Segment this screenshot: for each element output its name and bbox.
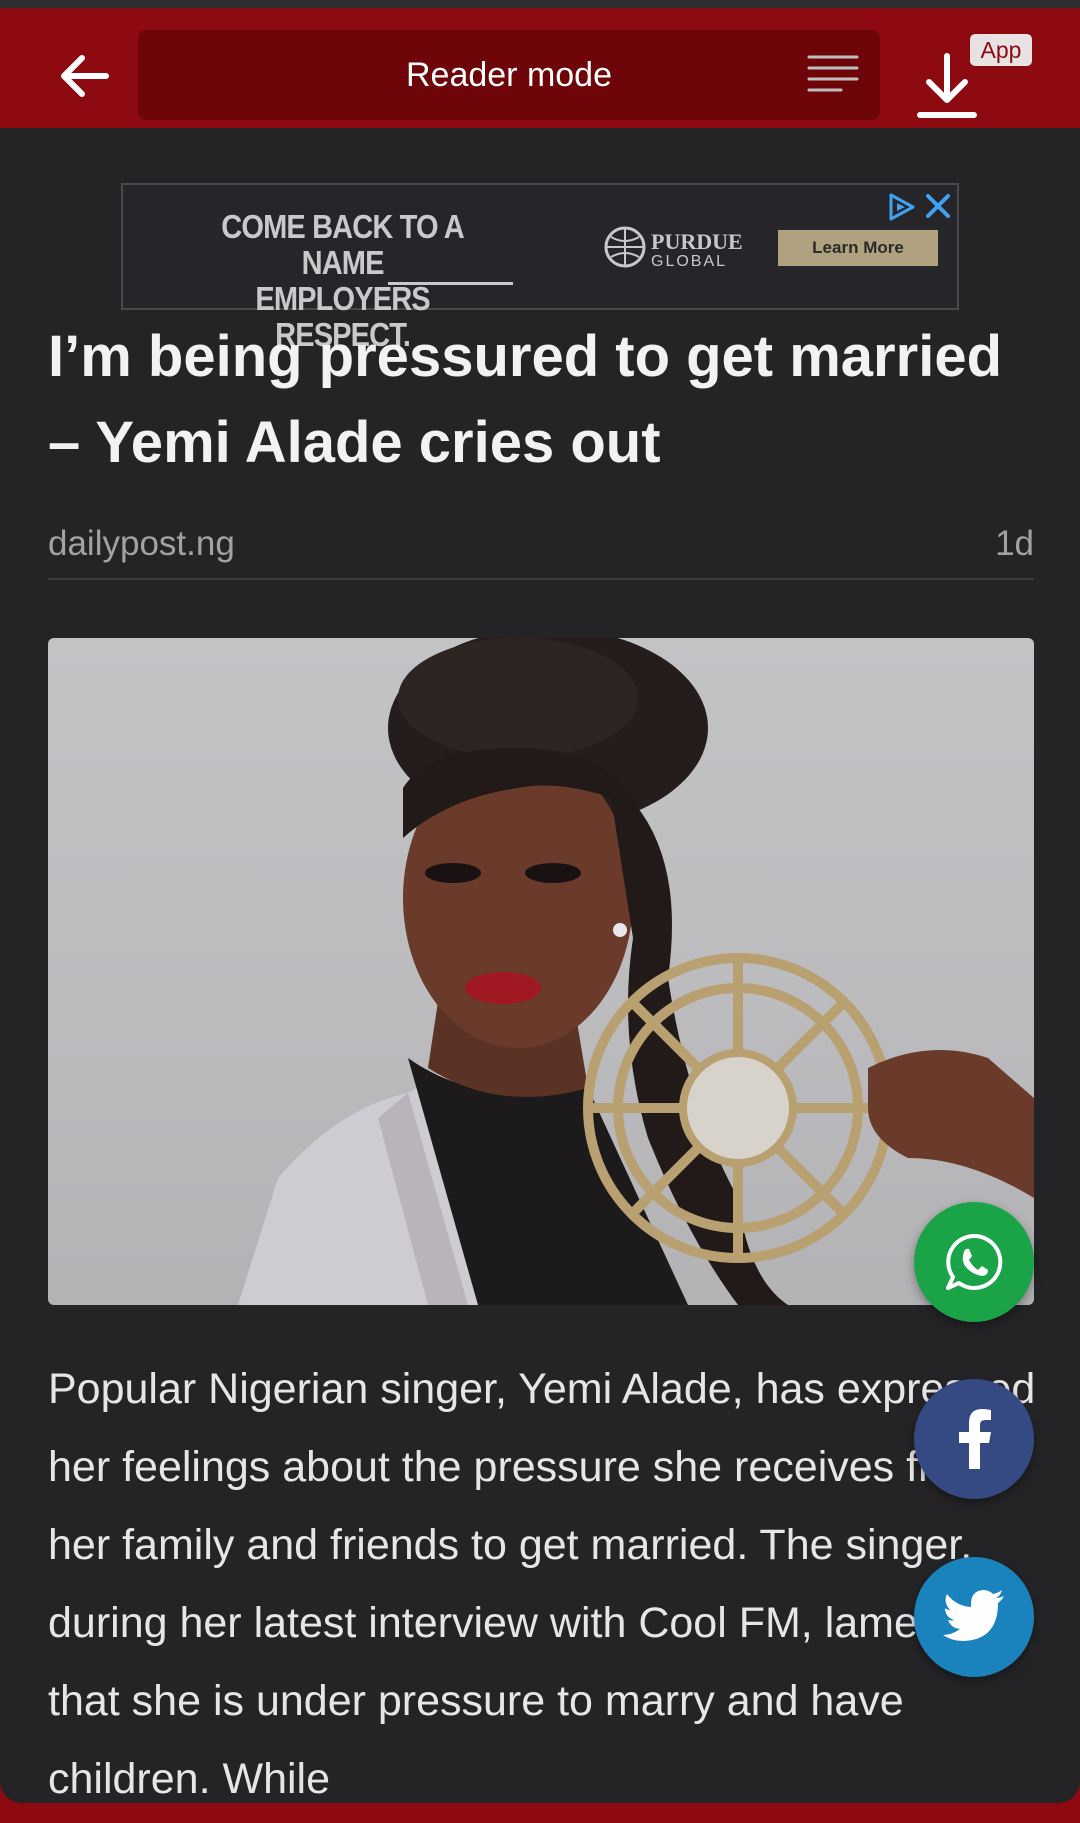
- reader-mode-bar[interactable]: Reader mode: [138, 30, 880, 120]
- back-button[interactable]: [38, 32, 130, 120]
- ad-choices-icon[interactable]: [885, 191, 917, 223]
- share-facebook-button[interactable]: [914, 1379, 1034, 1499]
- twitter-bird-icon: [943, 1590, 1004, 1641]
- app-badge: App: [970, 34, 1032, 66]
- article-source-link[interactable]: dailypost.ng: [48, 518, 235, 570]
- share-whatsapp-button[interactable]: [914, 1202, 1034, 1322]
- arrow-left-icon: [61, 55, 109, 97]
- article-title: I’m being pressured to get married – Yem…: [48, 324, 1002, 475]
- ad-underline: [388, 282, 513, 285]
- bottom-bar: [0, 1803, 1080, 1823]
- article-body: Popular Nigerian singer, Yemi Alade, has…: [48, 1365, 1036, 1803]
- article-photo: [48, 638, 1034, 1305]
- reader-content[interactable]: COME BACK TO A NAME EMPLOYERS RESPECT. P…: [0, 128, 1080, 1803]
- reader-mode-title: Reader mode: [405, 56, 612, 94]
- share-twitter-button[interactable]: [914, 1557, 1034, 1677]
- toolbar: Reader mode App: [0, 8, 1080, 128]
- ad-brand-subname: GLOBAL: [651, 253, 728, 270]
- download-app-button[interactable]: App: [904, 30, 1032, 126]
- close-icon[interactable]: [923, 191, 953, 221]
- ad-brand-name: PURDUE: [651, 229, 743, 254]
- ad-banner[interactable]: COME BACK TO A NAME EMPLOYERS RESPECT. P…: [121, 183, 959, 353]
- ad-headline-line-1: COME BACK TO A NAME: [221, 208, 464, 281]
- article-age: 1d: [995, 524, 1034, 563]
- text-options-button[interactable]: [796, 46, 870, 104]
- status-strip: [0, 0, 1080, 8]
- text-lines-icon: [807, 55, 859, 92]
- whatsapp-icon: [946, 1233, 1003, 1290]
- globe-logo-icon: [604, 226, 646, 268]
- facebook-icon: [959, 1409, 991, 1469]
- singer-portrait-image: [238, 638, 1034, 1305]
- ad-learn-more-button[interactable]: Learn More: [778, 230, 938, 266]
- article-meta: dailypost.ng 1d: [48, 518, 1034, 580]
- download-icon: [917, 53, 977, 118]
